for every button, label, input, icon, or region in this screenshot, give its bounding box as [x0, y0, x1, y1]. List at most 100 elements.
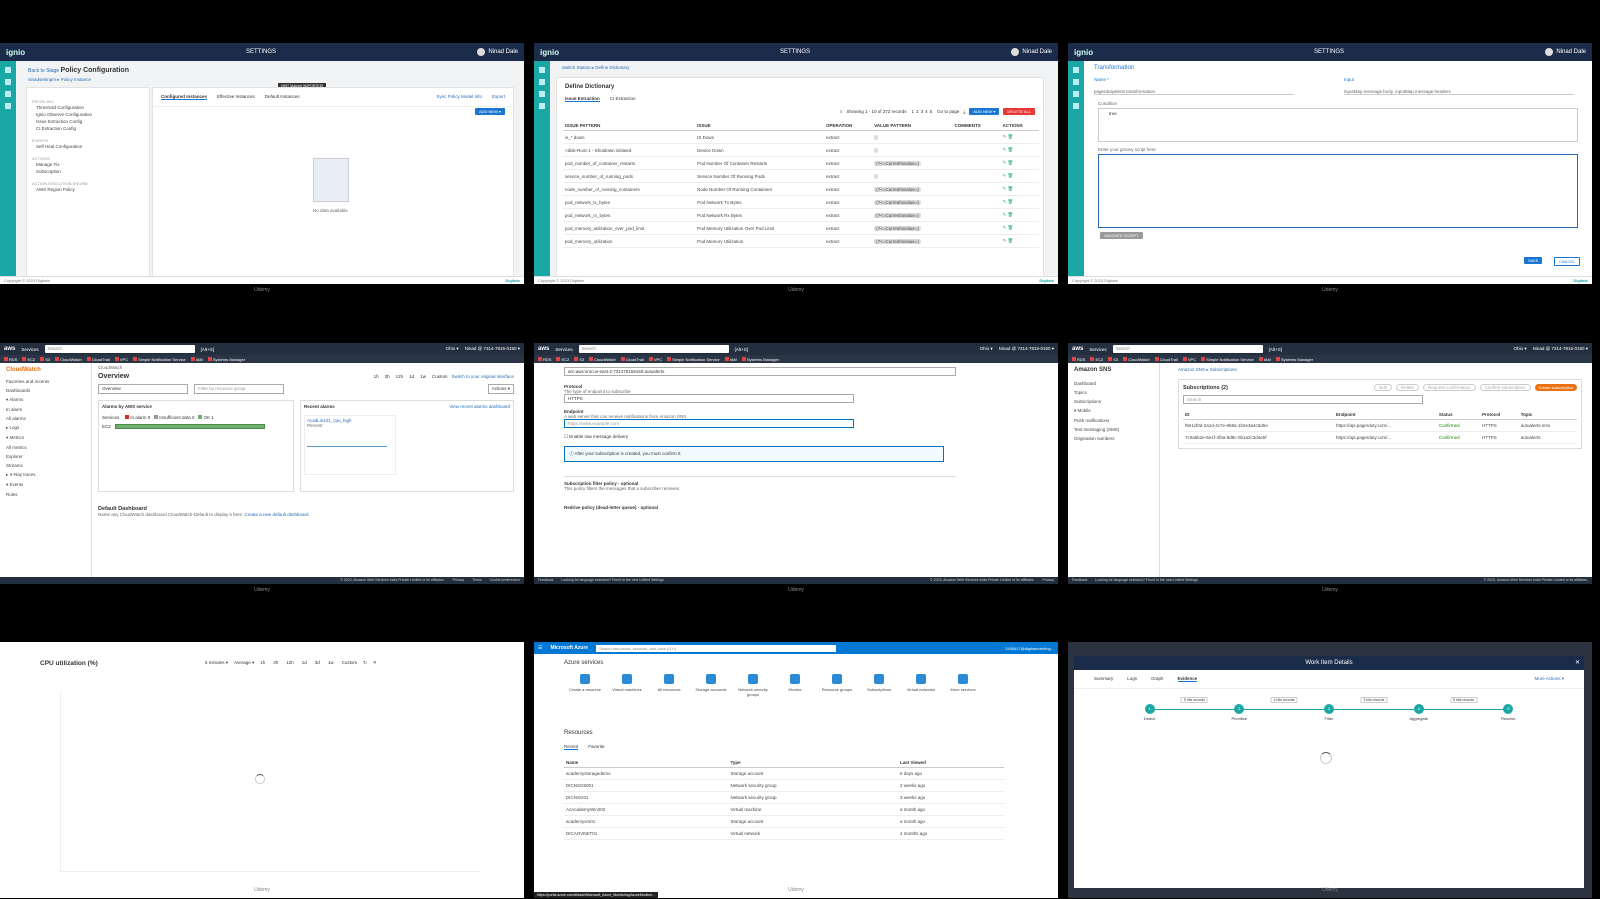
delete-icon[interactable]: 🗑	[1008, 212, 1014, 217]
sidebar-item[interactable]: In alarm	[6, 405, 85, 414]
favorite-link[interactable]: S3	[1108, 357, 1118, 362]
azure-service-tile[interactable]: Storage accounts	[690, 674, 732, 692]
azure-service-tile[interactable]: Virtual machines	[606, 674, 648, 692]
sidebar-item[interactable]: Rules	[6, 490, 85, 499]
sidebar-item[interactable]: Threshold Configuration	[32, 104, 144, 111]
tab-summary[interactable]: Summary	[1094, 676, 1113, 682]
favorite-link[interactable]: VPC	[649, 357, 662, 362]
back-link[interactable]: Back to Stage	[28, 68, 59, 74]
gear-icon[interactable]	[539, 103, 545, 109]
tool-icon[interactable]	[5, 91, 11, 97]
download-icon[interactable]: ⤓	[963, 109, 965, 114]
add-new-button[interactable]: ADD NEW ▾	[969, 108, 1000, 115]
favorite-link[interactable]: Systems Manager	[742, 357, 779, 362]
time-range-option[interactable]: Custom	[432, 374, 448, 379]
tab-favorite[interactable]: Favorite	[588, 744, 604, 750]
sidebar-item[interactable]: ▾ Events	[6, 480, 85, 490]
services-menu[interactable]: Services	[555, 347, 572, 352]
favorite-link[interactable]: EC2	[22, 357, 35, 362]
input-field[interactable]: inputMap.message.body, inputMap.message.…	[1344, 89, 1574, 95]
step-node[interactable]: 4	[1413, 704, 1424, 714]
page-number[interactable]: 4	[925, 109, 928, 114]
favorite-link[interactable]: CloudWatch	[1123, 357, 1150, 362]
favorite-link[interactable]: CloudWatch	[589, 357, 616, 362]
user-menu[interactable]: Ninad Dale	[1011, 48, 1052, 56]
sync-link[interactable]: Sync Policy Model Info	[436, 94, 482, 100]
user-icon[interactable]	[539, 79, 545, 85]
favorite-link[interactable]: RDS	[4, 357, 17, 362]
search-input[interactable]: Search resources, services, and docs (G+…	[596, 644, 837, 652]
azure-service-tile[interactable]: Monitor	[774, 674, 816, 692]
tab-ci-extraction[interactable]: CI Extraction	[610, 96, 636, 102]
ec2-ok-bar[interactable]	[114, 424, 265, 429]
favorite-link[interactable]: CloudWatch	[55, 357, 82, 362]
endpoint-input[interactable]: https://www.example.com	[564, 419, 854, 428]
search-icon[interactable]: ⌕	[840, 109, 843, 114]
time-range-option[interactable]: 1h	[260, 660, 265, 666]
tab-evidence[interactable]: Evidence	[1177, 676, 1198, 682]
region-select[interactable]: Ohio ▾	[1514, 346, 1527, 352]
table-cell[interactable]: academystoragedemo	[564, 767, 729, 780]
favorite-link[interactable]: CloudTrail	[1155, 357, 1178, 362]
table-cell[interactable]: DICNSG5001	[564, 779, 729, 792]
sidebar-item[interactable]: ▾ Mobile	[1074, 406, 1153, 416]
sidebar-item[interactable]: All metrics	[6, 443, 85, 452]
table-cell[interactable]: AzAcademyWin202	[564, 803, 729, 816]
time-range-option[interactable]: 12h	[396, 374, 404, 379]
favorite-link[interactable]: RDS	[538, 357, 551, 362]
delete-icon[interactable]: 🗑	[1008, 238, 1014, 243]
favorite-link[interactable]: IAM	[1259, 357, 1271, 362]
switch-interface-link[interactable]: Switch to your original interface	[451, 374, 514, 379]
favorite-link[interactable]: EC2	[556, 357, 569, 362]
delete-icon[interactable]: 🗑	[1008, 134, 1014, 139]
time-ranges[interactable]: 1h 3h 12h 1d 3d 1w Custom	[260, 660, 357, 666]
favorite-link[interactable]: RDS	[1072, 357, 1085, 362]
favorite-link[interactable]: IAM	[725, 357, 737, 362]
home-icon[interactable]	[539, 67, 545, 73]
favorite-link[interactable]: S3	[574, 357, 584, 362]
account-menu[interactable]: Ninad @ 7314-7815-0150 ▾	[1533, 346, 1588, 352]
sidebar-item[interactable]: Origination numbers	[1074, 434, 1153, 443]
sidebar-item[interactable]: ▸ Logs	[6, 423, 85, 433]
time-range-option[interactable]: 1w	[328, 660, 334, 666]
table-cell[interactable]: DICNSG01	[564, 791, 729, 804]
favorite-link[interactable]: Simple Notification Service	[133, 357, 186, 362]
action-button[interactable]: Confirm subscription	[1479, 384, 1531, 391]
refresh-icon[interactable]: ↻	[363, 660, 367, 666]
time-range-option[interactable]: Custom	[342, 660, 358, 666]
sidebar-item[interactable]: Self Heal Configuration	[32, 143, 144, 150]
close-icon[interactable]: ✕	[1575, 659, 1580, 666]
time-ranges[interactable]: 1h 3h 12h 1d 1w Custom	[374, 374, 448, 379]
time-range-option[interactable]: 1w	[420, 374, 426, 379]
user-icon[interactable]	[1073, 79, 1079, 85]
favorite-link[interactable]: Systems Manager	[208, 357, 245, 362]
create-subscription-button[interactable]: Create subscription	[1534, 384, 1577, 391]
sidebar-item[interactable]: Subscription	[32, 168, 144, 175]
azure-service-tile[interactable]: Virtual networks	[900, 674, 942, 692]
actions-button[interactable]: Actions ▾	[487, 384, 514, 394]
more-actions[interactable]: More Actions ▾	[1534, 676, 1564, 682]
user-icon[interactable]	[5, 79, 11, 85]
account-menu[interactable]: Ninad @ 7314-7815-0150 ▾	[465, 346, 520, 352]
tab-recent[interactable]: Recent	[564, 744, 579, 750]
azure-service-tile[interactable]: Network security groups	[732, 674, 774, 697]
tab-effective[interactable]: Effective Instances	[217, 94, 255, 100]
dashboard-select[interactable]: Overview	[98, 384, 188, 394]
table-cell[interactable]: academyvm01	[564, 815, 729, 828]
favorite-link[interactable]: VPC	[1183, 357, 1196, 362]
sidebar-item[interactable]: Dashboard	[1074, 379, 1153, 388]
tab-configured[interactable]: Configured Instances	[161, 94, 208, 100]
tool-icon[interactable]	[539, 91, 545, 97]
time-range-option[interactable]: 12h	[286, 660, 294, 666]
delete-icon[interactable]: 🗑	[1008, 160, 1014, 165]
cancel-button[interactable]: CANCEL	[1554, 257, 1581, 266]
settings-link[interactable]: SETTINGS	[246, 49, 276, 55]
time-range-option[interactable]: 3d	[315, 660, 320, 666]
statistic-select[interactable]: Average ▾	[234, 660, 254, 666]
settings-link[interactable]: SETTINGS	[780, 49, 810, 55]
search-input[interactable]: Search	[1183, 395, 1423, 404]
services-menu[interactable]: Services	[1089, 347, 1106, 352]
step-node[interactable]: 1	[1144, 704, 1155, 714]
action-button[interactable]: Request confirmation	[1422, 384, 1476, 391]
azure-service-tile[interactable]: More services	[942, 674, 984, 692]
